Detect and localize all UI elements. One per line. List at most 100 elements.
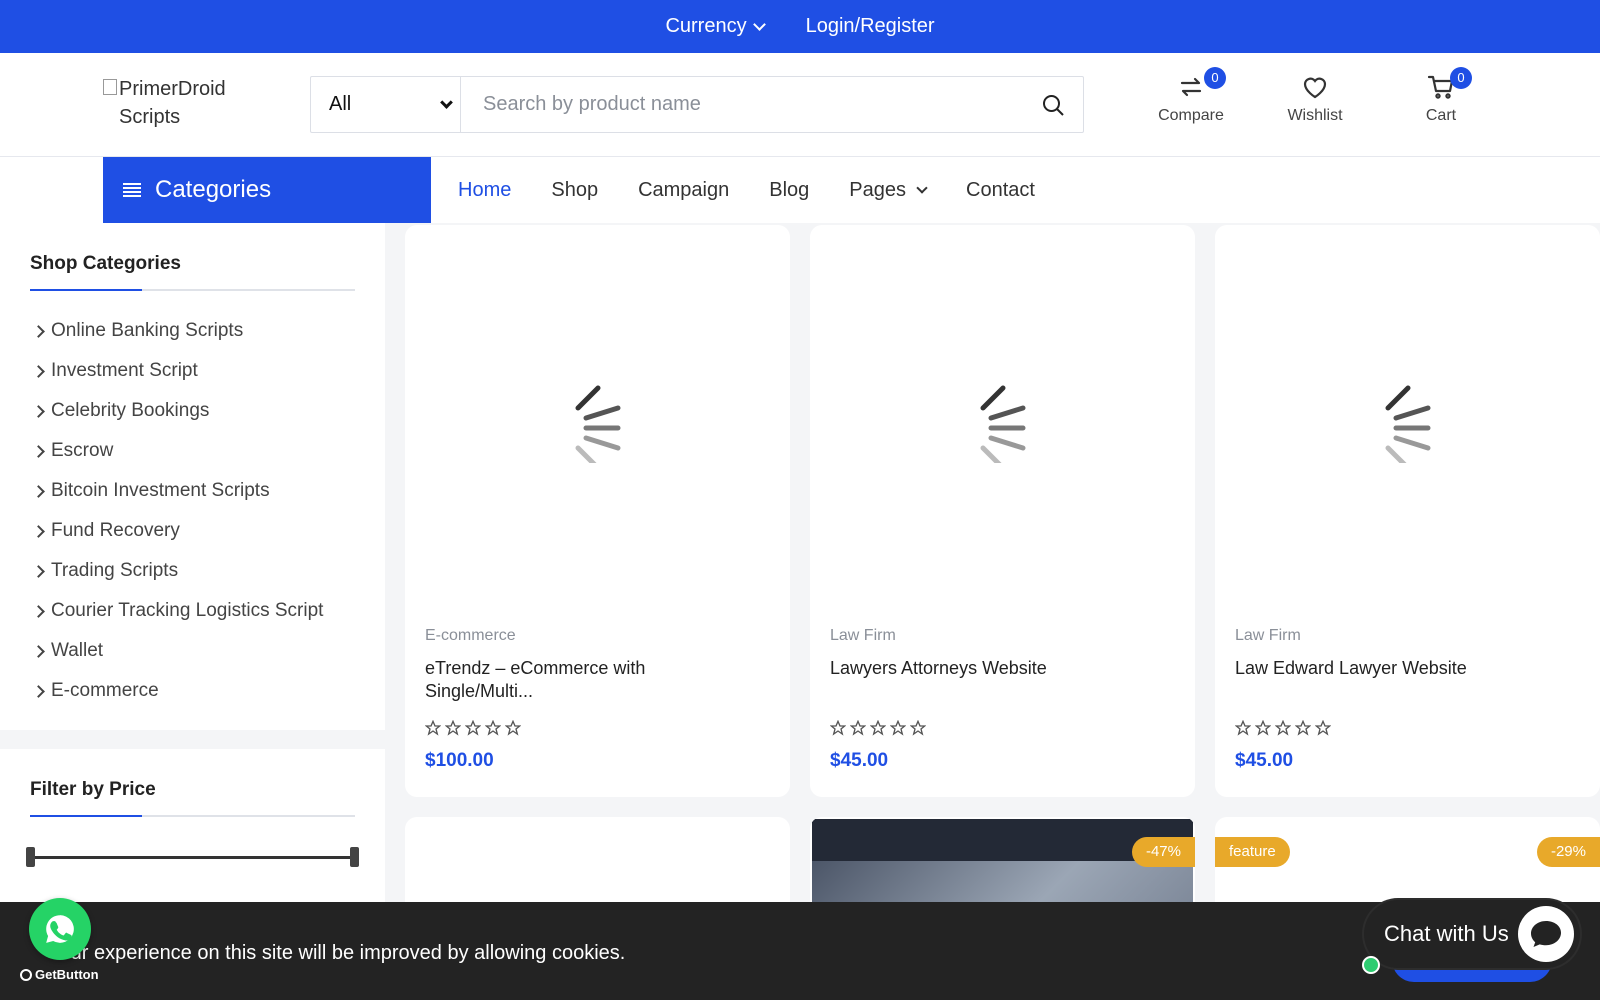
product-card[interactable]: Law Firm Lawyers Attorneys Website $45.0…: [810, 225, 1195, 797]
site-logo[interactable]: PrimerDroid Scripts: [103, 75, 253, 131]
categories-button[interactable]: Categories: [103, 157, 431, 223]
product-card[interactable]: Law Firm Law Edward Lawyer Website $45.0…: [1215, 225, 1600, 797]
search-category-select[interactable]: All: [311, 77, 461, 132]
broken-image-icon: [103, 79, 117, 95]
top-bar: Currency Login/Register: [0, 0, 1600, 53]
star-outline-icon: [1315, 720, 1331, 736]
main-nav: Categories Home Shop Campaign Blog Pages…: [0, 157, 1600, 223]
category-label: Investment Script: [51, 360, 198, 381]
star-outline-icon: [1255, 720, 1271, 736]
product-name[interactable]: Law Edward Lawyer Website: [1235, 657, 1535, 680]
product-price: $45.00: [830, 750, 889, 771]
online-status-dot: [1362, 956, 1380, 974]
category-label: E-commerce: [51, 680, 159, 701]
chat-widget-button[interactable]: Chat with Us: [1362, 900, 1580, 974]
category-label: Bitcoin Investment Scripts: [51, 480, 270, 501]
chevron-down-icon: [916, 181, 928, 194]
star-outline-icon: [850, 720, 866, 736]
product-category: E-commerce: [425, 627, 516, 644]
category-item[interactable]: E-commerce: [30, 671, 355, 703]
category-item[interactable]: Escrow: [30, 431, 355, 471]
compare-label: Compare: [1158, 107, 1224, 124]
category-item[interactable]: Courier Tracking Logistics Script: [30, 591, 355, 631]
category-item[interactable]: Trading Scripts: [30, 551, 355, 591]
nav-home[interactable]: Home: [458, 179, 511, 202]
chevron-right-icon: [32, 364, 45, 378]
chevron-right-icon: [32, 564, 45, 578]
product-price: $100.00: [425, 750, 494, 771]
product-rating: [1235, 720, 1331, 736]
search-category-value: All: [329, 93, 352, 115]
category-item[interactable]: Wallet: [30, 631, 355, 671]
getbutton-label: GetButton: [35, 967, 99, 982]
compare-icon: [1180, 77, 1202, 97]
chevron-right-icon: [32, 604, 45, 618]
category-label: Wallet: [51, 640, 104, 661]
search-bar: All: [310, 76, 1084, 133]
login-register-link[interactable]: Login/Register: [806, 15, 935, 38]
price-slider-track: [30, 856, 355, 859]
cookie-consent-bar: Your experience on this site will be imp…: [0, 902, 1600, 1000]
product-rating: [425, 720, 521, 736]
whatsapp-button[interactable]: [29, 898, 91, 960]
search-icon: [1043, 94, 1064, 116]
star-outline-icon: [485, 720, 501, 736]
chevron-down-icon: [752, 17, 766, 31]
category-list: Online Banking Scripts Investment Script…: [30, 311, 355, 703]
wishlist-link[interactable]: Wishlist: [1270, 67, 1360, 125]
product-name[interactable]: Lawyers Attorneys Website: [830, 657, 1130, 680]
star-outline-icon: [1235, 720, 1251, 736]
nav-campaign[interactable]: Campaign: [638, 179, 729, 202]
nav-pages[interactable]: Pages: [849, 178, 928, 202]
product-name[interactable]: eTrendz – eCommerce with Single/Multi...: [425, 657, 725, 703]
nav-blog[interactable]: Blog: [769, 179, 809, 202]
currency-dropdown[interactable]: Currency: [665, 15, 766, 38]
product-card[interactable]: E-commerce eTrendz – eCommerce with Sing…: [405, 225, 790, 797]
search-button[interactable]: [1023, 77, 1083, 132]
price-max-handle[interactable]: [350, 847, 359, 867]
category-label: Courier Tracking Logistics Script: [51, 600, 324, 621]
shop-categories-panel: Shop Categories Online Banking Scripts I…: [0, 223, 385, 730]
categories-label: Categories: [155, 176, 272, 203]
wishlist-label: Wishlist: [1287, 107, 1343, 124]
product-price: $45.00: [1235, 750, 1294, 771]
cart-count-badge: 0: [1450, 67, 1472, 89]
menu-icon: [123, 183, 141, 197]
star-outline-icon: [910, 720, 926, 736]
getbutton-credit[interactable]: GetButton: [20, 967, 99, 982]
loading-spinner-icon: [1385, 385, 1430, 463]
filter-by-price-title: Filter by Price: [30, 779, 355, 817]
logo-alt-text: PrimerDroid Scripts: [119, 78, 226, 128]
loading-spinner-icon: [980, 385, 1025, 463]
chevron-right-icon: [32, 324, 45, 338]
product-image-loading: [1215, 225, 1600, 610]
star-outline-icon: [870, 720, 886, 736]
category-item[interactable]: Investment Script: [30, 351, 355, 391]
category-item[interactable]: Fund Recovery: [30, 511, 355, 551]
category-item[interactable]: Celebrity Bookings: [30, 391, 355, 431]
star-outline-icon: [890, 720, 906, 736]
price-min-handle[interactable]: [26, 847, 35, 867]
price-range-slider: [26, 847, 359, 867]
category-item[interactable]: Bitcoin Investment Scripts: [30, 471, 355, 511]
nav-contact[interactable]: Contact: [966, 179, 1035, 202]
star-outline-icon: [445, 720, 461, 736]
chevron-right-icon: [32, 684, 45, 698]
star-outline-icon: [505, 720, 521, 736]
getbutton-icon: [20, 968, 32, 981]
chevron-right-icon: [32, 644, 45, 658]
star-outline-icon: [830, 720, 846, 736]
product-category: Law Firm: [830, 627, 896, 644]
discount-badge: -29%: [1536, 837, 1600, 867]
nav-shop[interactable]: Shop: [551, 179, 598, 202]
star-outline-icon: [465, 720, 481, 736]
nav-pages-label: Pages: [849, 178, 906, 201]
category-label: Fund Recovery: [51, 520, 180, 541]
loading-spinner-icon: [575, 385, 620, 463]
heart-icon: [1303, 77, 1327, 99]
cart-link[interactable]: Cart 0: [1396, 67, 1486, 125]
search-input[interactable]: [461, 77, 1023, 132]
compare-link[interactable]: Compare 0: [1146, 67, 1236, 125]
chevron-down-icon: [440, 95, 453, 109]
category-item[interactable]: Online Banking Scripts: [30, 311, 355, 351]
